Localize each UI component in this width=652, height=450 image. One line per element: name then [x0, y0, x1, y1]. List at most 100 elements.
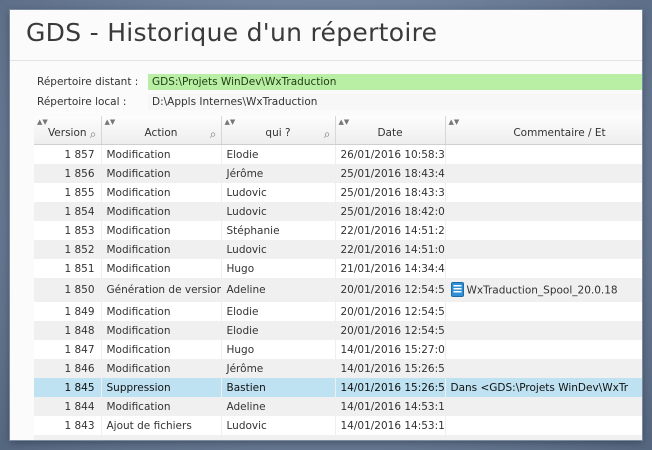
title-divider — [10, 60, 642, 61]
table-row[interactable]: 1 843 Ajout de fichiers Ludovic 14/01/2016 … — [34, 416, 642, 435]
document-icon — [450, 281, 464, 297]
cell-user: Ludovic — [221, 183, 336, 202]
cell-comment — [445, 321, 642, 340]
table-row[interactable]: 1 845 Suppression Bastien 14/01/2016 15:26:… — [34, 378, 642, 397]
cell-comment — [445, 202, 642, 221]
cell-version: 1 855 — [34, 183, 102, 202]
cell-version: 1 844 — [34, 397, 102, 416]
cell-version: 1 849 — [34, 302, 102, 321]
table-row[interactable]: 1 847 Modification Hugo 14/01/2016 15:27:01 — [34, 340, 642, 359]
cell-version: 1 857 — [34, 144, 102, 164]
sort-icon[interactable]: ▲▼ — [339, 118, 350, 126]
table-row[interactable]: 1 857 Modification Elodie 26/01/2016 10:58:… — [34, 144, 642, 164]
cell-date: 22/01/2016 14:51:22 — [335, 221, 446, 240]
cell-comment — [445, 340, 642, 359]
cell-comment — [445, 397, 642, 416]
cell-action: Modification — [101, 435, 222, 440]
cell-action: Modification — [101, 397, 222, 416]
column-header-action[interactable]: ▲▼ Action ⌕ — [101, 116, 222, 145]
cell-version: 1 842 — [34, 435, 102, 440]
cell-version: 1 848 — [34, 321, 102, 340]
table-row[interactable]: 1 854 Modification Ludovic 25/01/2016 18:42… — [34, 202, 642, 221]
cell-user: Elodie — [221, 302, 336, 321]
table-row[interactable]: 1 855 Modification Ludovic 25/01/2016 18:43… — [34, 183, 642, 202]
cell-action: Modification — [101, 202, 222, 221]
cell-version: 1 846 — [34, 359, 102, 378]
table-row[interactable]: 1 842ModificationHugo14/01/2016 14:52:16 — [34, 435, 642, 440]
cell-user: Hugo — [221, 340, 336, 359]
column-header-qui[interactable]: ▲▼ qui ? ⌕ — [221, 116, 336, 145]
table-row[interactable]: 1 850 Génération de version Adeline 20/01/2… — [34, 278, 642, 302]
column-header-label: Date — [377, 127, 403, 139]
cell-date: 21/01/2016 14:34:41 — [335, 259, 446, 278]
remote-directory-field[interactable]: GDS:\Projets WinDev\WxTraduction — [148, 74, 642, 90]
cell-date: 14/01/2016 14:53:16 — [335, 397, 446, 416]
sort-icon[interactable]: ▲▼ — [105, 118, 116, 126]
history-table[interactable]: ▲▼ Version ⌕ ▲▼ Action ⌕ ▲▼ qui ? ⌕ ▲▼ D… — [34, 116, 642, 440]
search-icon[interactable]: ⌕ — [324, 127, 331, 142]
cell-action: Modification — [101, 164, 222, 183]
cell-user: Adeline — [221, 397, 336, 416]
cell-comment — [445, 164, 642, 183]
sort-icon[interactable]: ▲▼ — [225, 118, 236, 126]
cell-user: Hugo — [221, 435, 336, 440]
cell-action: Modification — [101, 321, 222, 340]
cell-comment — [445, 144, 642, 164]
cell-date: 25/01/2016 18:43:33 — [335, 183, 446, 202]
cell-date: 25/01/2016 18:42:02 — [335, 202, 446, 221]
table-row[interactable]: 1 853 Modification Stéphanie 22/01/2016 14:… — [34, 221, 642, 240]
cell-action: Ajout de fichiers — [101, 416, 222, 435]
column-header-version[interactable]: ▲▼ Version ⌕ — [34, 116, 102, 145]
table-header: ▲▼ Version ⌕ ▲▼ Action ⌕ ▲▼ qui ? ⌕ ▲▼ D… — [34, 116, 642, 145]
cell-version: 1 851 — [34, 259, 102, 278]
cell-user: Ludovic — [221, 202, 336, 221]
column-header-comment[interactable]: ▲▼ Commentaire / Et — [445, 116, 642, 145]
table-row[interactable]: 1 848 Modification Elodie 20/01/2016 12:54:… — [34, 321, 642, 340]
cell-comment — [445, 435, 642, 440]
cell-date: 14/01/2016 15:27:01 — [335, 340, 446, 359]
cell-action: Modification — [101, 359, 222, 378]
cell-version: 1 856 — [34, 164, 102, 183]
cell-comment — [445, 221, 642, 240]
search-icon[interactable]: ⌕ — [210, 127, 217, 142]
cell-action: Modification — [101, 259, 222, 278]
cell-date: 20/01/2016 12:54:51 — [335, 302, 446, 321]
cell-comment — [445, 416, 642, 435]
table-row[interactable]: 1 852 Modification Ludovic 22/01/2016 14:51… — [34, 240, 642, 259]
cell-user: Elodie — [221, 321, 336, 340]
table-row[interactable]: 1 846 Modification Jérôme 14/01/2016 15:26:… — [34, 359, 642, 378]
column-header-date[interactable]: ▲▼ Date — [335, 116, 446, 145]
cell-comment — [445, 302, 642, 321]
cell-date: 14/01/2016 15:26:57 — [335, 378, 446, 397]
cell-user: Elodie — [221, 144, 336, 164]
table-row[interactable]: 1 856 Modification Jérôme 25/01/2016 18:43:… — [34, 164, 642, 183]
cell-user: Adeline — [221, 278, 336, 302]
cell-user: Ludovic — [221, 416, 336, 435]
cell-version: 1 852 — [34, 240, 102, 259]
table-row[interactable]: 1 849 Modification Elodie 20/01/2016 12:54:… — [34, 302, 642, 321]
cell-date: 20/01/2016 12:54:50 — [335, 321, 446, 340]
cell-comment — [445, 183, 642, 202]
cell-comment — [445, 259, 642, 278]
table-row[interactable]: 1 844 Modification Adeline 14/01/2016 14:53… — [34, 397, 642, 416]
cell-comment: WxTraduction_Spool_20.0.18 — [445, 278, 642, 302]
column-header-label: Action — [144, 127, 178, 139]
cell-date: 22/01/2016 14:51:04 — [335, 240, 446, 259]
cell-version: 1 847 — [34, 340, 102, 359]
sort-icon[interactable]: ▲▼ — [449, 118, 460, 126]
table-row[interactable]: 1 851 Modification Hugo 21/01/2016 14:34:41 — [34, 259, 642, 278]
cell-version: 1 850 — [34, 278, 102, 302]
cell-action: Modification — [101, 240, 222, 259]
cell-action: Suppression — [101, 378, 222, 397]
cell-version: 1 845 — [34, 378, 102, 397]
local-directory-field[interactable]: D:\Appls Internes\WxTraduction — [148, 94, 642, 110]
cell-action: Modification — [101, 221, 222, 240]
cell-date: 14/01/2016 14:53:16 — [335, 416, 446, 435]
column-header-label: qui ? — [265, 127, 291, 139]
cell-user: Ludovic — [221, 240, 336, 259]
cell-user: Jérôme — [221, 164, 336, 183]
search-icon[interactable]: ⌕ — [90, 127, 97, 142]
cell-date: 20/01/2016 12:54:52 — [335, 278, 446, 302]
cell-comment — [445, 359, 642, 378]
sort-icon[interactable]: ▲▼ — [37, 118, 48, 126]
